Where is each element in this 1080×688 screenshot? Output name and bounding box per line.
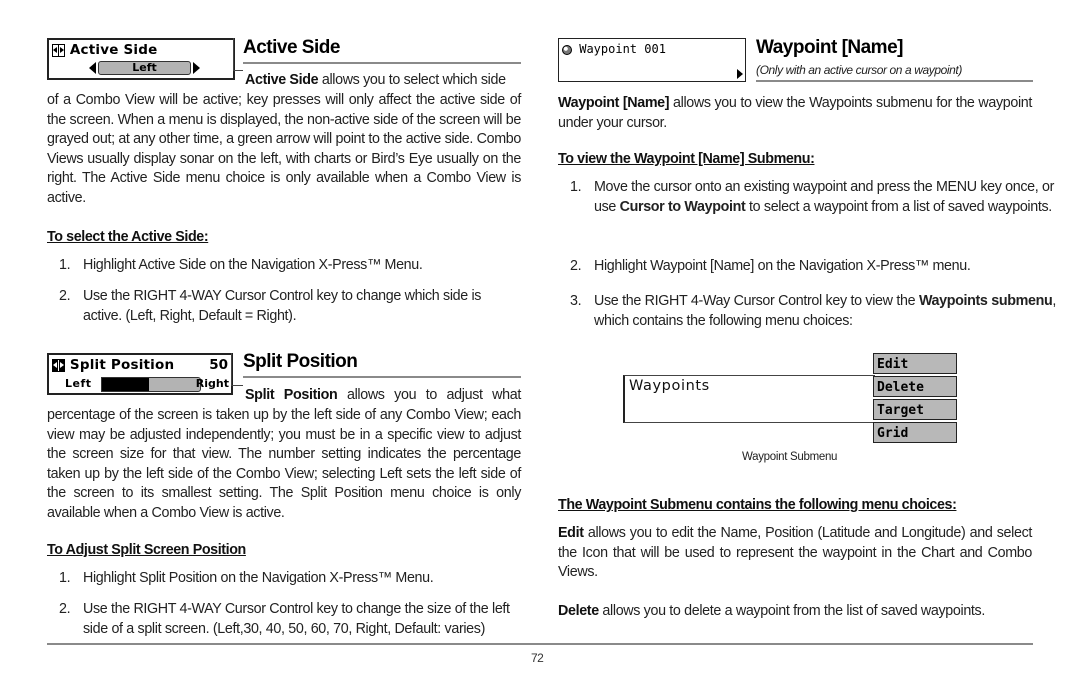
active-side-menu-widget: Active Side Left bbox=[47, 38, 235, 80]
step-number: 1. bbox=[570, 179, 582, 195]
active-side-heading: Active Side bbox=[243, 37, 340, 58]
submenu-choices-heading: The Waypoint Submenu contains the follow… bbox=[558, 497, 957, 513]
step-text: Use the RIGHT 4-WAY Cursor Control key t… bbox=[83, 601, 510, 637]
submenu-item-delete[interactable]: Delete bbox=[873, 376, 957, 397]
arrow-left-icon bbox=[89, 62, 96, 74]
list-item: 2. Use the RIGHT 4-WAY Cursor Control ke… bbox=[47, 600, 533, 639]
list-item: 2. Highlight Waypoint [Name] on the Navi… bbox=[558, 257, 1056, 277]
connector-line bbox=[231, 353, 232, 386]
step-text: Use the RIGHT 4-WAY Cursor Control key t… bbox=[83, 288, 482, 324]
term-bold: Cursor to Waypoint bbox=[619, 198, 746, 215]
step-text: Highlight Waypoint [Name] on the Navigat… bbox=[594, 258, 971, 274]
waypoints-panel: Waypoints bbox=[623, 375, 875, 423]
arrow-right-icon bbox=[737, 69, 743, 79]
active-side-paragraph: of a Combo View will be active; key pres… bbox=[47, 92, 521, 206]
step-text: Highlight Split Position on the Navigati… bbox=[83, 570, 434, 586]
term-bold: Delete bbox=[558, 603, 599, 619]
waypoint-name-heading: Waypoint [Name] bbox=[756, 37, 903, 58]
active-side-value-field: Left bbox=[98, 61, 191, 75]
intro-text: allows you to select which side bbox=[318, 72, 506, 88]
list-item: 3. Use the RIGHT 4-Way Cursor Control ke… bbox=[558, 292, 1056, 331]
footer-rule bbox=[47, 643, 1033, 645]
step-number: 2. bbox=[59, 288, 71, 304]
delete-description: Delete allows you to delete a waypoint f… bbox=[558, 602, 1032, 622]
split-position-menu-widget: Split Position 50 Left Right bbox=[47, 353, 233, 395]
waypoint-widget-title: Waypoint 001 bbox=[579, 42, 666, 56]
heading-rule bbox=[243, 62, 521, 64]
connector-line bbox=[233, 38, 234, 71]
heading-rule bbox=[756, 80, 1033, 82]
slider-right-label: Right bbox=[195, 377, 229, 390]
waypoint-name-intro: Waypoint [Name] allows you to view the W… bbox=[558, 94, 1032, 133]
active-side-intro: Active Side allows you to select which s… bbox=[245, 71, 521, 91]
active-side-widget-title: Active Side bbox=[69, 42, 158, 58]
split-position-procedure-heading: To Adjust Split Screen Position bbox=[47, 542, 246, 558]
split-position-slider bbox=[101, 377, 201, 392]
term-bold: Waypoints submenu bbox=[918, 293, 1053, 309]
split-position-heading: Split Position bbox=[243, 351, 358, 372]
step-number: 1. bbox=[59, 570, 71, 586]
step-number: 3. bbox=[570, 293, 582, 309]
active-side-value: Left bbox=[132, 61, 157, 74]
connector-line bbox=[233, 70, 243, 71]
submenu-item-target[interactable]: Target bbox=[873, 399, 957, 420]
slider-left-label: Left bbox=[65, 377, 92, 390]
step-text: to select a waypoint from a list of save… bbox=[745, 198, 1052, 215]
term-bold: Edit bbox=[558, 525, 584, 541]
connector-line bbox=[231, 385, 243, 386]
split-position-value: 50 bbox=[209, 357, 228, 373]
description-text: allows you to edit the Name, Position (L… bbox=[558, 525, 1032, 581]
submenu-item-grid[interactable]: Grid bbox=[873, 422, 957, 443]
list-item: 2. Use the RIGHT 4-WAY Cursor Control ke… bbox=[47, 287, 521, 326]
split-position-intro: Split Position allows you to adjust what bbox=[245, 386, 521, 406]
slider-fill bbox=[102, 378, 149, 391]
step-number: 1. bbox=[59, 257, 71, 273]
page-number: 72 bbox=[531, 651, 544, 665]
term-bold: Split Position bbox=[245, 387, 338, 403]
edit-description: Edit allows you to edit the Name, Positi… bbox=[558, 524, 1032, 583]
term-bold: Waypoint [Name] bbox=[558, 95, 670, 111]
waypoints-panel-title: Waypoints bbox=[629, 378, 710, 394]
heading-rule bbox=[243, 376, 521, 378]
split-view-icon bbox=[52, 43, 65, 57]
term-bold: Active Side bbox=[245, 72, 319, 88]
active-side-procedure-heading: To select the Active Side: bbox=[47, 229, 209, 245]
waypoint-procedure-heading: To view the Waypoint [Name] Submenu: bbox=[558, 151, 815, 167]
submenu-item-edit[interactable]: Edit bbox=[873, 353, 957, 374]
split-position-paragraph: percentage of the screen is taken up by … bbox=[47, 407, 521, 521]
list-item: 1. Move the cursor onto an existing wayp… bbox=[558, 178, 1056, 217]
description-text: allows you to delete a waypoint from the… bbox=[598, 603, 985, 619]
step-text: Use the RIGHT 4-Way Cursor Control key t… bbox=[594, 293, 919, 309]
step-number: 2. bbox=[59, 601, 71, 617]
figure-caption: Waypoint Submenu bbox=[742, 451, 838, 463]
step-number: 2. bbox=[570, 258, 582, 274]
split-position-widget-title: Split Position bbox=[69, 357, 175, 373]
waypoint-menu-widget: Waypoint 001 bbox=[558, 38, 746, 82]
intro-text: allows you to adjust what bbox=[337, 387, 521, 403]
waypoints-submenu-figure: Waypoints Edit Delete Target Grid bbox=[623, 353, 959, 445]
arrow-right-icon bbox=[193, 62, 200, 74]
list-item: 1. Highlight Split Position on the Navig… bbox=[47, 569, 533, 589]
manual-page: Active Side Left Active Side Active Side… bbox=[0, 0, 1080, 688]
waypoint-name-subheading: (Only with an active cursor on a waypoin… bbox=[756, 63, 962, 77]
submenu-list: Edit Delete Target Grid bbox=[873, 353, 959, 445]
list-item: 1. Highlight Active Side on the Navigati… bbox=[47, 256, 521, 276]
waypoint-icon bbox=[562, 44, 572, 55]
split-view-icon bbox=[52, 358, 65, 372]
step-text: Highlight Active Side on the Navigation … bbox=[83, 257, 423, 273]
